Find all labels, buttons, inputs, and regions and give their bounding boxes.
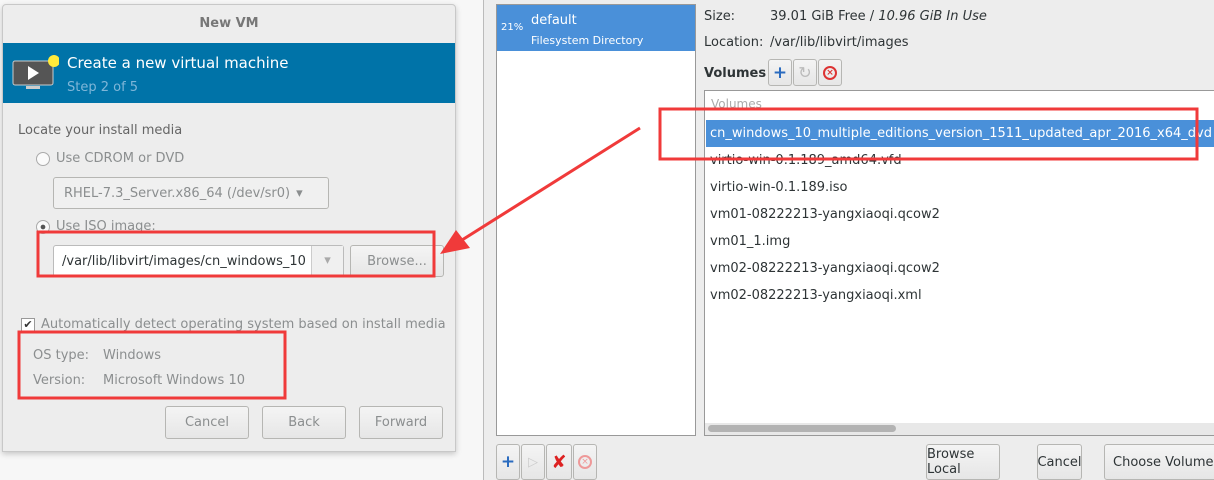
annotation-box-iso: [36, 230, 436, 278]
annotation-arrow: [461, 126, 641, 242]
annotation-box-volume: [658, 107, 1199, 161]
annotation-box-os: [17, 330, 287, 400]
arrow-head: [440, 230, 470, 254]
annotation-overlay: [17, 107, 1199, 400]
